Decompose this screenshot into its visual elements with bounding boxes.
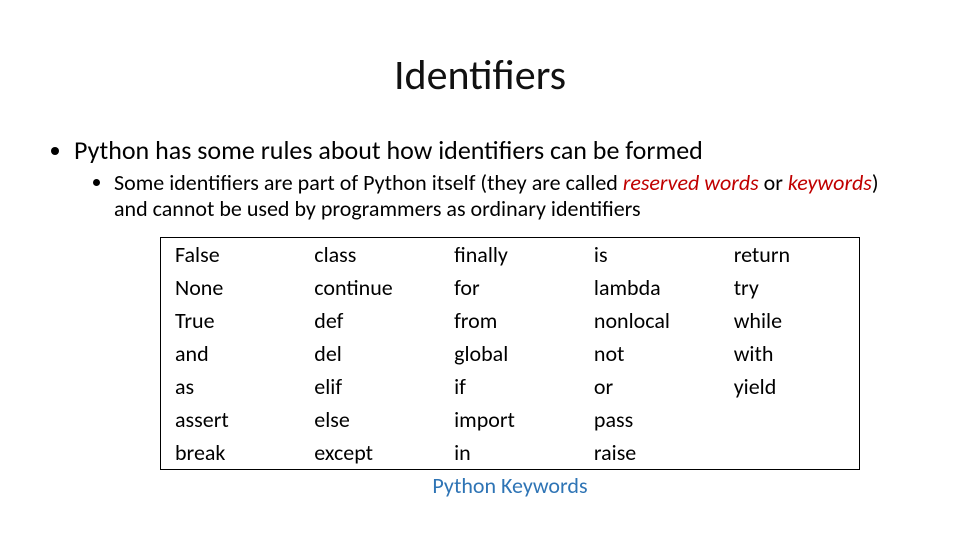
kw-cell: as xyxy=(161,370,301,403)
kw-cell: continue xyxy=(300,271,440,304)
reserved-words-em: reserved words xyxy=(623,169,759,196)
kw-cell xyxy=(720,436,860,470)
kw-cell: return xyxy=(720,237,860,271)
kw-cell: from xyxy=(440,304,580,337)
kw-cell: yield xyxy=(720,370,860,403)
bullet-l2-pre: Some identifiers are part of Python itse… xyxy=(114,169,623,196)
kw-cell: or xyxy=(580,370,720,403)
kw-cell: lambda xyxy=(580,271,720,304)
bullet-list-level1: Python has some rules about how identifi… xyxy=(74,136,910,223)
kw-cell: else xyxy=(300,403,440,436)
kw-cell: nonlocal xyxy=(580,304,720,337)
table-row: None continue for lambda try xyxy=(161,271,860,304)
kw-cell: False xyxy=(161,237,301,271)
keywords-em: keywords xyxy=(788,169,872,196)
kw-cell: break xyxy=(161,436,301,470)
kw-cell: import xyxy=(440,403,580,436)
kw-cell: pass xyxy=(580,403,720,436)
kw-cell: with xyxy=(720,337,860,370)
kw-cell: try xyxy=(720,271,860,304)
kw-cell: and xyxy=(161,337,301,370)
kw-cell: for xyxy=(440,271,580,304)
kw-cell: elif xyxy=(300,370,440,403)
slide: Identifiers Python has some rules about … xyxy=(0,0,960,540)
table-caption: Python Keywords xyxy=(160,472,860,499)
bullet-l2-mid: or xyxy=(759,169,788,196)
kw-cell: while xyxy=(720,304,860,337)
bullet-l1: Python has some rules about how identifi… xyxy=(74,136,910,223)
keyword-table-wrap: False class finally is return None conti… xyxy=(160,237,860,499)
kw-cell: raise xyxy=(580,436,720,470)
kw-cell: finally xyxy=(440,237,580,271)
table-row: False class finally is return xyxy=(161,237,860,271)
kw-cell: def xyxy=(300,304,440,337)
kw-cell: except xyxy=(300,436,440,470)
kw-cell: is xyxy=(580,237,720,271)
table-row: assert else import pass xyxy=(161,403,860,436)
kw-cell: in xyxy=(440,436,580,470)
bullet-l1-text: Python has some rules about how identifi… xyxy=(74,134,703,166)
kw-cell: global xyxy=(440,337,580,370)
bullet-list-level2: Some identifiers are part of Python itse… xyxy=(114,170,910,223)
kw-cell: True xyxy=(161,304,301,337)
kw-cell: del xyxy=(300,337,440,370)
kw-cell xyxy=(720,403,860,436)
kw-cell: if xyxy=(440,370,580,403)
kw-cell: class xyxy=(300,237,440,271)
keyword-table: False class finally is return None conti… xyxy=(160,237,860,470)
kw-cell: assert xyxy=(161,403,301,436)
kw-cell: not xyxy=(580,337,720,370)
bullet-l2: Some identifiers are part of Python itse… xyxy=(114,170,910,223)
table-row: and del global not with xyxy=(161,337,860,370)
table-row: True def from nonlocal while xyxy=(161,304,860,337)
table-row: break except in raise xyxy=(161,436,860,470)
table-row: as elif if or yield xyxy=(161,370,860,403)
kw-cell: None xyxy=(161,271,301,304)
slide-title: Identifiers xyxy=(50,50,910,101)
